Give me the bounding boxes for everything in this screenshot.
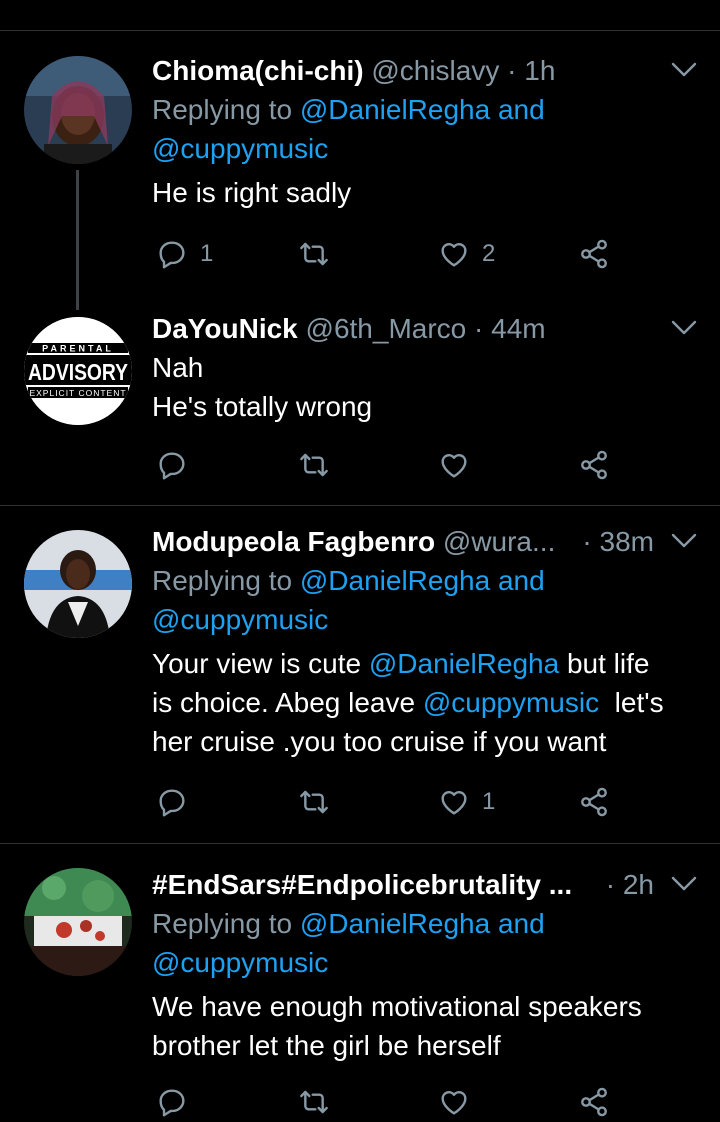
avatar-text-bottom: EXPLICIT CONTENT <box>29 388 126 398</box>
chevron-down-icon[interactable] <box>668 529 700 553</box>
text-fragment: Your view is cute <box>152 648 369 679</box>
like-count: 2 <box>482 240 496 267</box>
mention-link[interactable]: @DanielRegha <box>300 94 490 125</box>
tweet-text-line: We have enough motivational speakers <box>152 991 642 1022</box>
share-button[interactable] <box>578 1082 610 1122</box>
avatar-text-mid: ADVISORY <box>28 359 128 385</box>
replying-to: Replying to @DanielRegha and <box>152 90 700 129</box>
like-button[interactable]: 2 <box>438 234 495 274</box>
avatar-dayounick[interactable]: PARENTAL ADVISORY EXPLICIT CONTENT <box>24 317 132 425</box>
replying-to: Replying to @DanielRegha and <box>152 561 700 600</box>
timestamp[interactable]: · 1h <box>507 55 555 86</box>
text-fragment: but life <box>559 648 650 679</box>
text-fragment: let's <box>599 687 664 718</box>
timestamp[interactable]: · 2h <box>606 866 654 904</box>
reply-icon <box>156 786 188 818</box>
like-icon <box>438 238 470 270</box>
tweet-text-line: Your view is cute @DanielRegha but life <box>152 644 700 683</box>
share-button[interactable] <box>578 445 610 485</box>
replying-prefix: Replying to <box>152 908 300 939</box>
tweet-text-line: He's totally wrong <box>152 391 373 422</box>
reply-button[interactable] <box>156 445 188 485</box>
text-fragment: is choice. Abeg leave <box>152 687 423 718</box>
like-button[interactable]: 1 <box>438 782 495 822</box>
chevron-down-icon[interactable] <box>668 58 700 82</box>
handle[interactable]: @chislavy <box>371 55 499 86</box>
retweet-icon <box>298 238 330 270</box>
share-icon <box>578 449 610 481</box>
action-bar: 1 <box>152 782 622 822</box>
tweet-body: #EndSars#Endpolicebrutality ... · 2h Rep… <box>152 866 700 1065</box>
action-bar: 1 2 <box>152 234 622 274</box>
reply-icon <box>156 1086 188 1118</box>
reply-icon <box>156 449 188 481</box>
replying-to: Replying to @DanielRegha and <box>152 904 700 943</box>
handle[interactable]: @6th_Marco <box>306 313 467 344</box>
timestamp[interactable]: · 44m <box>474 313 546 344</box>
action-bar <box>152 1082 622 1122</box>
retweet-icon <box>298 1086 330 1118</box>
retweet-button[interactable] <box>298 782 330 822</box>
action-bar <box>152 445 622 485</box>
tweet-body: Chioma(chi-chi) @chislavy · 1h Replying … <box>152 52 700 212</box>
and-text: and <box>490 565 545 596</box>
avatar-text-top: PARENTAL <box>42 344 114 354</box>
mention-link[interactable]: @cuppymusic <box>152 947 328 978</box>
retweet-button[interactable] <box>298 1082 330 1122</box>
like-count: 1 <box>482 788 496 815</box>
replying-prefix: Replying to <box>152 94 300 125</box>
chevron-down-icon[interactable] <box>668 872 700 896</box>
like-icon <box>438 1086 470 1118</box>
tweet-text-line: is choice. Abeg leave @cuppymusic let's <box>152 683 700 722</box>
replying-prefix: Replying to <box>152 565 300 596</box>
mention-link[interactable]: @cuppymusic <box>152 604 328 635</box>
retweet-icon <box>298 449 330 481</box>
timestamp[interactable]: · 38m <box>582 523 654 561</box>
display-name[interactable]: Modupeola Fagbenro <box>152 526 435 557</box>
tweet-body: DaYouNick @6th_Marco · 44m Nah He's tota… <box>152 310 700 426</box>
tweet-text: He is right sadly <box>152 177 352 208</box>
like-icon <box>438 786 470 818</box>
display-name[interactable]: DaYouNick <box>152 313 298 344</box>
tweet-text-line: brother let the girl be herself <box>152 1030 501 1061</box>
share-icon <box>578 786 610 818</box>
tweet-text-line: her cruise .you too cruise if you want <box>152 726 607 757</box>
like-icon <box>438 449 470 481</box>
avatar-chioma[interactable] <box>24 56 132 164</box>
tweet-modupeola[interactable]: Modupeola Fagbenro @wura... · 38m Replyi… <box>0 506 720 843</box>
and-text: and <box>490 94 545 125</box>
mention-link[interactable]: @DanielRegha <box>369 648 559 679</box>
display-name[interactable]: #EndSars#Endpolicebrutality ... <box>152 869 572 900</box>
mention-link[interactable]: @cuppymusic <box>423 687 599 718</box>
tweet-text-line: Nah <box>152 352 204 383</box>
share-button[interactable] <box>578 234 610 274</box>
tweet-endsars[interactable]: #EndSars#Endpolicebrutality ... · 2h Rep… <box>0 844 720 1095</box>
share-icon <box>578 1086 610 1118</box>
mention-link[interactable]: @DanielRegha <box>300 908 490 939</box>
like-button[interactable] <box>438 445 470 485</box>
reply-button[interactable] <box>156 782 188 822</box>
and-text: and <box>490 908 545 939</box>
reply-icon <box>156 238 188 270</box>
reply-count: 1 <box>200 240 214 267</box>
avatar-endsars[interactable] <box>24 868 132 976</box>
handle[interactable]: @wura... <box>443 526 555 557</box>
share-button[interactable] <box>578 782 610 822</box>
display-name[interactable]: Chioma(chi-chi) <box>152 55 364 86</box>
reply-button[interactable] <box>156 1082 188 1122</box>
share-icon <box>578 238 610 270</box>
tweet-dayounick[interactable]: PARENTAL ADVISORY EXPLICIT CONTENT DaYou… <box>0 300 720 505</box>
retweet-button[interactable] <box>298 445 330 485</box>
mention-link[interactable]: @DanielRegha <box>300 565 490 596</box>
avatar-modupeola[interactable] <box>24 530 132 638</box>
retweet-button[interactable] <box>298 234 330 274</box>
tweet-chioma[interactable]: Chioma(chi-chi) @chislavy · 1h Replying … <box>0 0 720 310</box>
reply-button[interactable]: 1 <box>156 234 213 274</box>
chevron-down-icon[interactable] <box>668 316 700 340</box>
mention-link[interactable]: @cuppymusic <box>152 133 328 164</box>
retweet-icon <box>298 786 330 818</box>
thread-connector <box>76 170 79 310</box>
like-button[interactable] <box>438 1082 470 1122</box>
tweet-body: Modupeola Fagbenro @wura... · 38m Replyi… <box>152 523 700 761</box>
